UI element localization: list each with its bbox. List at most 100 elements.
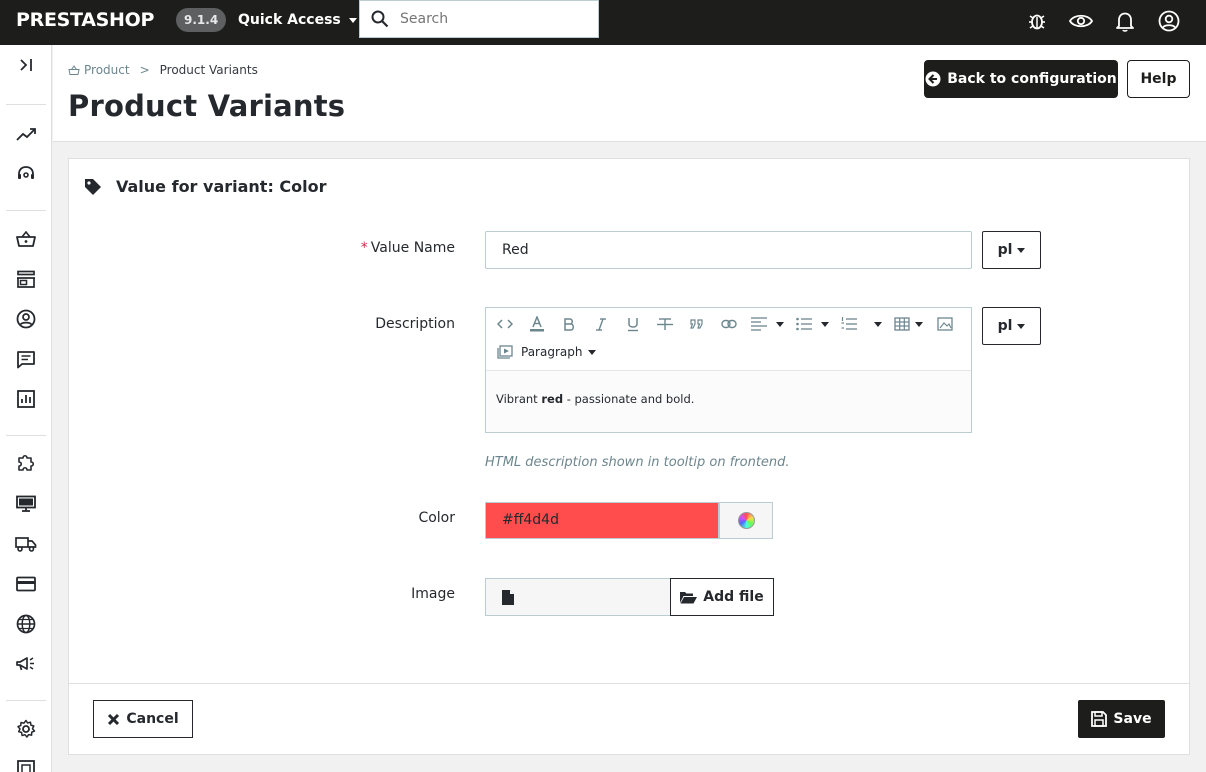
customer-icon[interactable]	[0, 304, 52, 334]
chevron-down-icon	[874, 321, 882, 327]
version-badge: 9.1.4	[176, 8, 227, 32]
stats-trend-icon[interactable]	[0, 119, 52, 149]
bold-icon[interactable]	[553, 310, 585, 338]
prestashop-logo[interactable]: PRESTASHOP	[16, 9, 154, 31]
page-header: Product > Product Variants Product Varia…	[53, 45, 1206, 142]
basket-icon[interactable]	[0, 224, 52, 254]
folder-open-icon	[680, 591, 698, 603]
eye-icon[interactable]	[1068, 8, 1094, 34]
add-file-label: Add file	[703, 589, 764, 605]
payment-icon[interactable]	[0, 569, 52, 599]
image-icon[interactable]	[929, 310, 961, 338]
color-input[interactable]: #ff4d4d	[485, 502, 719, 539]
arrow-circle-left-icon	[925, 71, 941, 87]
chevron-down-icon	[1017, 323, 1026, 329]
help-button[interactable]: Help	[1127, 60, 1190, 98]
editor-toolbar	[489, 309, 961, 339]
search-box[interactable]	[359, 0, 599, 38]
align-dropdown[interactable]	[745, 310, 790, 338]
add-file-button[interactable]: Add file	[670, 578, 774, 616]
store-icon[interactable]	[0, 264, 52, 294]
search-input[interactable]	[400, 11, 590, 27]
file-name-display[interactable]	[530, 578, 671, 616]
back-button-label: Back to configuration	[947, 71, 1117, 87]
description-text-end: - passionate and bold.	[563, 392, 695, 406]
media-embed-icon[interactable]	[489, 338, 521, 366]
editor-toolbar-row-2: Paragraph	[489, 337, 597, 367]
paragraph-format-label: Paragraph	[521, 345, 583, 359]
tag-icon	[85, 178, 101, 195]
marketing-icon[interactable]	[0, 649, 52, 679]
quick-access-label: Quick Access	[238, 12, 341, 28]
back-to-configuration-button[interactable]: Back to configuration	[924, 60, 1118, 98]
support-icon[interactable]	[0, 159, 52, 189]
sidebar-divider	[6, 435, 46, 436]
text-color-icon[interactable]	[521, 310, 553, 338]
quick-access-dropdown[interactable]: Quick Access	[238, 12, 357, 28]
description-help-text: HTML description shown in tooltip on fro…	[485, 455, 790, 470]
modules-icon[interactable]	[0, 449, 52, 479]
user-icon[interactable]	[1156, 8, 1182, 34]
underline-icon[interactable]	[617, 310, 649, 338]
advanced-icon[interactable]	[0, 754, 52, 772]
color-picker-button[interactable]	[719, 502, 773, 539]
description-content[interactable]: Vibrant red - passionate and bold.	[486, 370, 971, 432]
shipping-icon[interactable]	[0, 529, 52, 559]
bulleted-list-dropdown[interactable]	[790, 310, 835, 338]
messages-icon[interactable]	[0, 344, 52, 374]
settings-icon[interactable]	[0, 714, 52, 744]
sidebar-divider	[6, 700, 46, 701]
blockquote-icon[interactable]	[681, 310, 713, 338]
description-language-dropdown[interactable]: pl	[982, 307, 1041, 345]
design-icon[interactable]	[0, 489, 52, 519]
save-button[interactable]: Save	[1078, 700, 1165, 738]
color-label: Color	[418, 510, 455, 526]
italic-icon[interactable]	[585, 310, 617, 338]
search-icon[interactable]	[360, 0, 400, 38]
strikethrough-icon[interactable]	[649, 310, 681, 338]
file-icon-box	[485, 578, 531, 616]
top-bar: PRESTASHOP 9.1.4 Quick Access	[0, 0, 1206, 45]
top-icon-group	[1024, 8, 1182, 34]
sidebar	[0, 45, 52, 772]
numbered-list-dropdown[interactable]	[835, 310, 888, 338]
description-editor[interactable]: Paragraph Vibrant red - passionate and b…	[485, 307, 972, 433]
chevron-down-icon	[348, 17, 357, 23]
panel-heading: Value for variant: Color	[84, 177, 327, 196]
bug-icon[interactable]	[1024, 8, 1050, 34]
save-icon	[1091, 711, 1108, 727]
collapse-icon[interactable]	[0, 50, 52, 80]
bell-icon[interactable]	[1112, 8, 1138, 34]
breadcrumb-link-product[interactable]: Product	[68, 63, 130, 77]
international-icon[interactable]	[0, 609, 52, 639]
value-name-language-dropdown[interactable]: pl	[982, 231, 1041, 269]
table-dropdown[interactable]	[888, 310, 929, 338]
home-icon	[68, 65, 80, 75]
value-name-input[interactable]: Red	[485, 231, 972, 269]
sidebar-divider	[6, 104, 46, 105]
chevron-down-icon	[821, 321, 829, 327]
description-label: Description	[375, 316, 455, 332]
sidebar-divider	[6, 210, 46, 211]
panel-footer: Cancel Save	[69, 683, 1189, 754]
close-icon	[108, 713, 120, 725]
chevron-down-icon	[915, 321, 923, 327]
chevron-down-icon	[1017, 247, 1026, 253]
file-icon	[502, 589, 514, 605]
panel-heading-text: Value for variant: Color	[116, 177, 327, 196]
breadcrumb: Product > Product Variants	[68, 63, 258, 77]
chevron-down-icon	[588, 349, 597, 355]
cancel-button[interactable]: Cancel	[93, 700, 193, 738]
source-code-icon[interactable]	[489, 310, 521, 338]
color-wheel-icon	[737, 512, 755, 529]
breadcrumb-separator: >	[139, 63, 150, 77]
required-mark: *	[360, 240, 368, 256]
save-label: Save	[1113, 711, 1152, 727]
breadcrumb-current: Product Variants	[159, 63, 258, 77]
stats-icon[interactable]	[0, 384, 52, 414]
variant-value-panel: Value for variant: Color * Value Name Red…	[68, 158, 1190, 755]
page-title: Product Variants	[68, 89, 346, 123]
paragraph-format-dropdown[interactable]: Paragraph	[521, 345, 597, 359]
link-icon[interactable]	[713, 310, 745, 338]
language-label: pl	[997, 318, 1013, 334]
